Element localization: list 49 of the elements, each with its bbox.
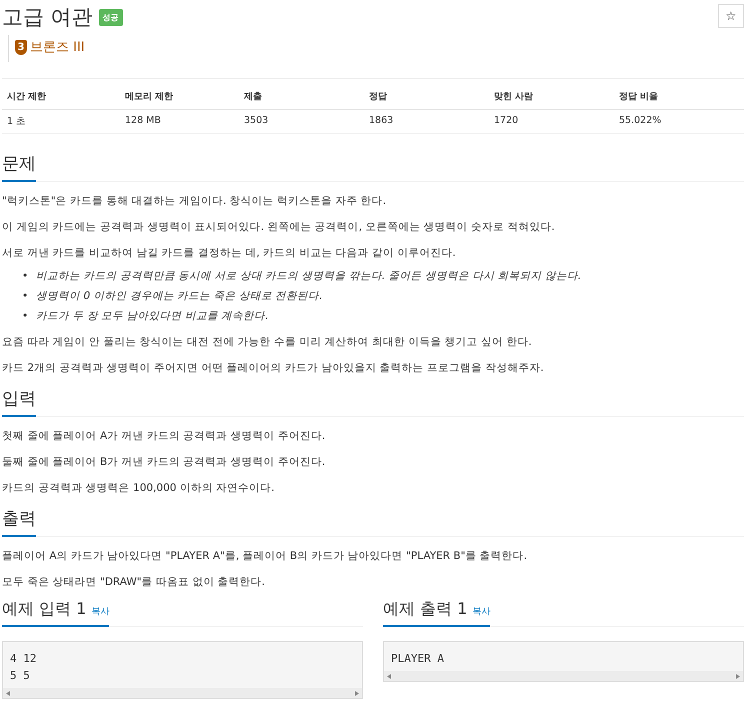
code-line: PLAYER A	[391, 651, 445, 667]
paragraph: 둘째 줄에 플레이어 B가 꺼낸 카드의 공격력과 생명력이 주어진다.	[2, 456, 326, 469]
paragraph: "럭키스톤"은 카드를 통해 대결하는 게임이다. 창식이는 럭키스톤을 자주 한다.	[2, 195, 388, 208]
table-cell-text: 1720	[493, 114, 520, 128]
paragraph: 모두 죽은 상태라면 "DRAW"를 따옴표 없이 출력한다.	[2, 576, 266, 589]
paragraph: 플레이어 A의 카드가 남아있다면 "PLAYER A"를, 플레이어 B의 카드가 남아있다면 "PLAYER B"를 출력한다.	[2, 550, 528, 563]
list-marker: •	[22, 310, 28, 323]
column-header: 제출	[243, 90, 263, 104]
scroll-left-icon[interactable]	[6, 690, 10, 696]
star-button[interactable]: ☆	[718, 4, 744, 28]
list-marker: •	[22, 270, 28, 283]
copy-link[interactable]: 복사	[91, 605, 110, 618]
problem-title: 고급 여관	[2, 4, 93, 31]
section-heading: 입력	[2, 387, 36, 417]
section-heading: 출력	[2, 507, 36, 537]
table-cell-text: 3503	[243, 114, 270, 128]
status-badge: 성공	[98, 8, 123, 26]
paragraph: 카드 2개의 공격력과 생명력이 주어지면 어떤 플레이어의 카드가 남아있을지 출력하는 프로그램을 작성해주자.	[2, 362, 545, 375]
list-marker: •	[22, 290, 28, 303]
paragraph: 이 게임의 카드에는 공격력과 생명력이 표시되어있다. 왼쪽에는 공격력이, 오른쪽에는 생명력이 숫자로 적혀있다.	[2, 221, 556, 234]
table-cell-text: 55.022%	[618, 114, 662, 128]
sample-heading: 예제 입력 1	[2, 599, 86, 620]
section-heading: 문제	[2, 152, 36, 182]
column-header: 정답 비율	[618, 91, 660, 104]
paragraph: 카드의 공격력과 생명력은 100,000 이하의 자연수이다.	[2, 482, 276, 495]
code-line: 4 12	[10, 651, 38, 667]
scroll-right-icon[interactable]	[736, 674, 740, 678]
column-header: 맞힌 사람	[493, 91, 534, 104]
scrollbar[interactable]	[384, 671, 743, 681]
scroll-right-icon[interactable]	[355, 690, 359, 696]
column-header: 시간 제한	[6, 91, 48, 104]
code-line: 5 5	[10, 668, 31, 684]
column-header: 정답	[368, 91, 388, 104]
scrollbar[interactable]	[3, 688, 362, 698]
paragraph: 첫째 줄에 플레이어 A가 꺼낸 카드의 공격력과 생명력이 주어진다.	[2, 430, 326, 443]
paragraph: 서로 꺼낸 카드를 비교하여 남길 카드를 결정하는 데, 카드의 비교는 다음과 같이 이루어진다.	[2, 247, 457, 260]
list-item: 생명력이 0 이하인 경우에는 카드는 죽은 상태로 전환된다.	[36, 290, 324, 303]
scroll-left-icon[interactable]	[387, 674, 391, 678]
table-cell-text: 1 초	[6, 115, 28, 129]
tier-icon: 3	[15, 40, 27, 54]
table-cell-text: 128 MB	[124, 114, 162, 128]
list-item: 비교하는 카드의 공격력만큼 동시에 서로 상대 카드의 생명력을 깎는다. 줄어든 생명력은 다시 회복되지 않는다.	[36, 270, 582, 283]
tier-link[interactable]: 브론즈 III	[30, 38, 85, 56]
column-header: 메모리 제한	[124, 91, 174, 104]
list-item: 카드가 두 장 모두 남아있다면 비교를 계속한다.	[36, 310, 270, 323]
sample-heading: 예제 출력 1	[383, 599, 468, 620]
copy-link[interactable]: 복사	[472, 605, 490, 618]
paragraph: 요즘 따라 게임이 안 풀리는 창식이는 대전 전에 가능한 수를 미리 계산하여 최대한 이득을 챙기고 싶어 한다.	[2, 336, 533, 349]
table-cell-text: 1863	[368, 114, 394, 128]
